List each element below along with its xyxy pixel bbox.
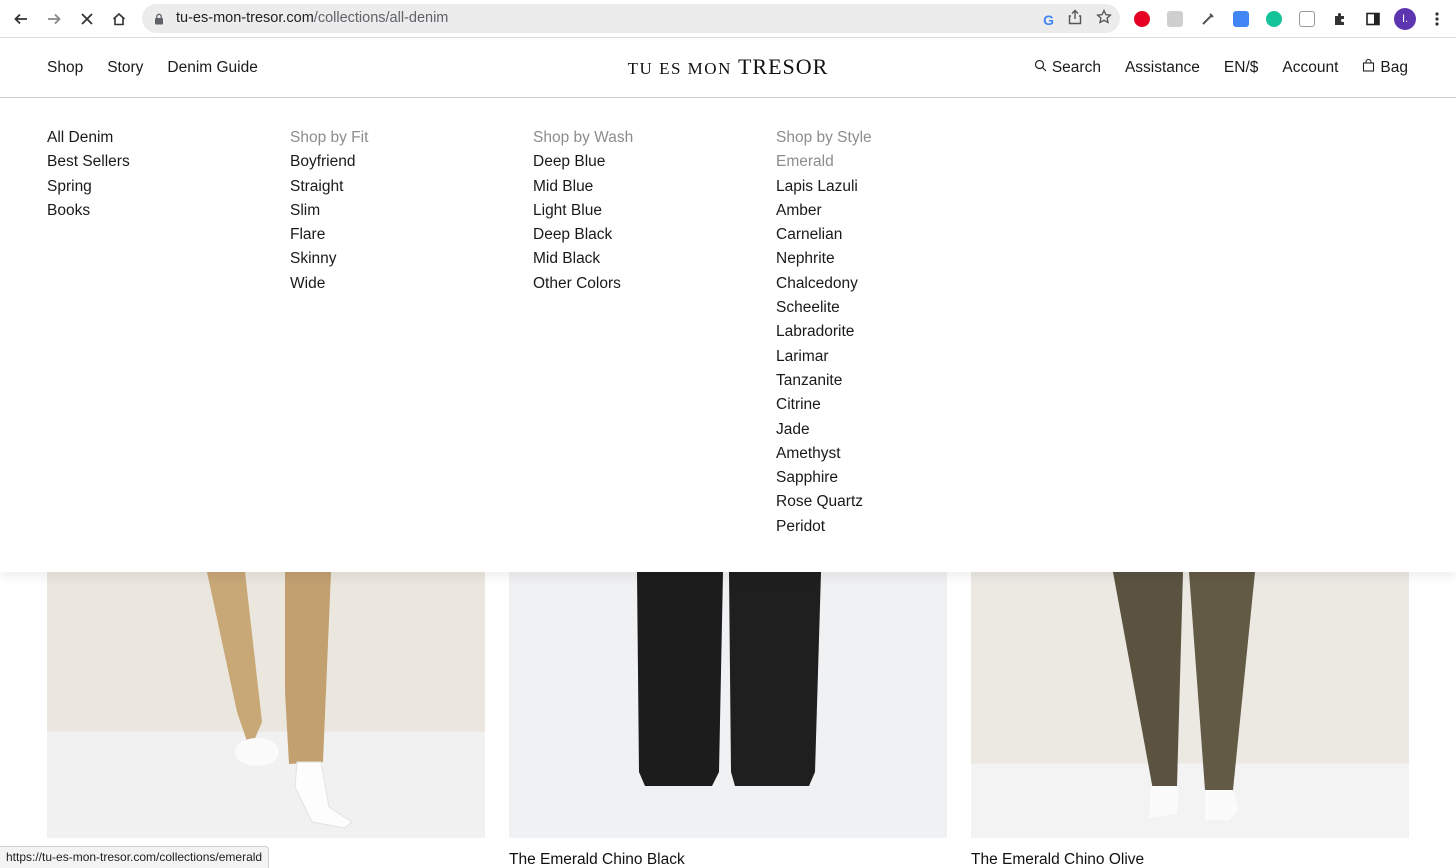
home-icon[interactable] [107, 7, 131, 31]
account-link[interactable]: Account [1282, 59, 1338, 77]
url-text: tu-es-mon-tresor.com/collections/all-den… [176, 10, 449, 26]
bag-button[interactable]: Bag [1362, 58, 1408, 77]
menu-item-wash[interactable]: Mid Blue [533, 175, 633, 199]
grammarly-icon[interactable] [1262, 7, 1286, 31]
menu-column-fit: Shop by Fit Boyfriend Straight Slim Flar… [290, 126, 368, 296]
link-status-bar: https://tu-es-mon-tresor.com/collections… [0, 846, 270, 868]
menu-item-fit[interactable]: Slim [290, 199, 368, 223]
side-panel-icon[interactable] [1361, 7, 1385, 31]
menu-item-style[interactable]: Tanzanite [776, 369, 872, 393]
currency-selector[interactable]: EN/$ [1224, 59, 1258, 77]
menu-item-style[interactable]: Amber [776, 199, 872, 223]
menu-column-style: Shop by Style Emerald Lapis Lazuli Amber… [776, 126, 872, 539]
menu-item-style[interactable]: Amethyst [776, 442, 872, 466]
eyedropper-icon[interactable] [1196, 7, 1220, 31]
menu-item-style[interactable]: Nephrite [776, 247, 872, 271]
menu-item-all-denim[interactable]: All Denim [47, 126, 130, 150]
translate-icon[interactable] [1229, 7, 1253, 31]
menu-item-wash[interactable]: Deep Blue [533, 150, 633, 174]
menu-column-wash: Shop by Wash Deep Blue Mid Blue Light Bl… [533, 126, 633, 296]
menu-kebab-icon[interactable] [1425, 7, 1449, 31]
google-icon[interactable]: G [1043, 12, 1054, 28]
search-icon [1034, 59, 1047, 77]
address-bar[interactable]: tu-es-mon-tresor.com/collections/all-den… [142, 4, 1120, 33]
menu-item-style[interactable]: Rose Quartz [776, 490, 872, 514]
menu-item-style[interactable]: Lapis Lazuli [776, 175, 872, 199]
search-button[interactable]: Search [1034, 59, 1101, 77]
menu-item-books[interactable]: Books [47, 199, 130, 223]
bag-icon [1362, 58, 1375, 77]
menu-item-fit[interactable]: Flare [290, 223, 368, 247]
assistance-link[interactable]: Assistance [1125, 59, 1200, 77]
menu-item-fit[interactable]: Boyfriend [290, 150, 368, 174]
menu-item-style[interactable]: Larimar [776, 345, 872, 369]
site-header: Shop Story Denim Guide TU ES MON TRESOR … [0, 38, 1456, 98]
extension-r-icon[interactable] [1163, 7, 1187, 31]
menu-item-style[interactable]: Labradorite [776, 320, 872, 344]
menu-heading-wash: Shop by Wash [533, 129, 634, 146]
menu-item-style[interactable]: Carnelian [776, 223, 872, 247]
menu-item-fit[interactable]: Straight [290, 175, 368, 199]
stop-loading-icon[interactable] [75, 7, 99, 31]
puzzle-icon[interactable] [1328, 7, 1352, 31]
lock-icon[interactable] [154, 12, 164, 30]
share-icon[interactable] [1068, 9, 1082, 30]
menu-heading-fit: Shop by Fit [290, 129, 369, 146]
forward-arrow-icon[interactable] [42, 7, 66, 31]
menu-item-best-sellers[interactable]: Best Sellers [47, 150, 130, 174]
product-image-chino-olive[interactable] [971, 572, 1409, 838]
product-title[interactable]: The Emerald Chino Olive [971, 851, 1144, 868]
back-arrow-icon[interactable] [9, 7, 33, 31]
menu-item-style[interactable]: Scheelite [776, 296, 872, 320]
menu-item-style[interactable]: Citrine [776, 393, 872, 417]
product-title[interactable]: The Emerald Chino Black [509, 851, 685, 868]
pinterest-icon[interactable] [1130, 7, 1154, 31]
khaki-trousers-illustration [207, 572, 353, 829]
product-image-chino-black[interactable] [509, 572, 947, 838]
menu-item-wash[interactable]: Mid Black [533, 247, 633, 271]
menu-item-spring[interactable]: Spring [47, 175, 130, 199]
menu-item-style[interactable]: Peridot [776, 515, 872, 539]
black-trousers-illustration [637, 572, 821, 786]
product-image-khaki-chino[interactable] [47, 572, 485, 838]
menu-item-wash[interactable]: Light Blue [533, 199, 633, 223]
menu-item-wash[interactable]: Other Colors [533, 272, 633, 296]
menu-item-fit[interactable]: Wide [290, 272, 368, 296]
utility-nav: Search Assistance EN/$ Account Bag [1034, 58, 1408, 77]
menu-item-style[interactable]: Sapphire [776, 466, 872, 490]
menu-heading-style: Shop by Style [776, 129, 872, 146]
text-extension-icon[interactable] [1295, 7, 1319, 31]
menu-item-style[interactable]: Chalcedony [776, 272, 872, 296]
menu-item-style-hovered[interactable]: Emerald [776, 150, 872, 174]
menu-item-wash[interactable]: Deep Black [533, 223, 633, 247]
profile-avatar[interactable]: I. [1394, 8, 1416, 30]
menu-column-collections: All Denim Best Sellers Spring Books [47, 126, 130, 223]
olive-trousers-illustration [1113, 572, 1255, 820]
shop-mega-menu: All Denim Best Sellers Spring Books Shop… [0, 98, 1456, 572]
bookmark-star-icon[interactable] [1096, 8, 1112, 30]
menu-item-style[interactable]: Jade [776, 418, 872, 442]
browser-toolbar: tu-es-mon-tresor.com/collections/all-den… [0, 0, 1456, 38]
menu-item-fit[interactable]: Skinny [290, 247, 368, 271]
